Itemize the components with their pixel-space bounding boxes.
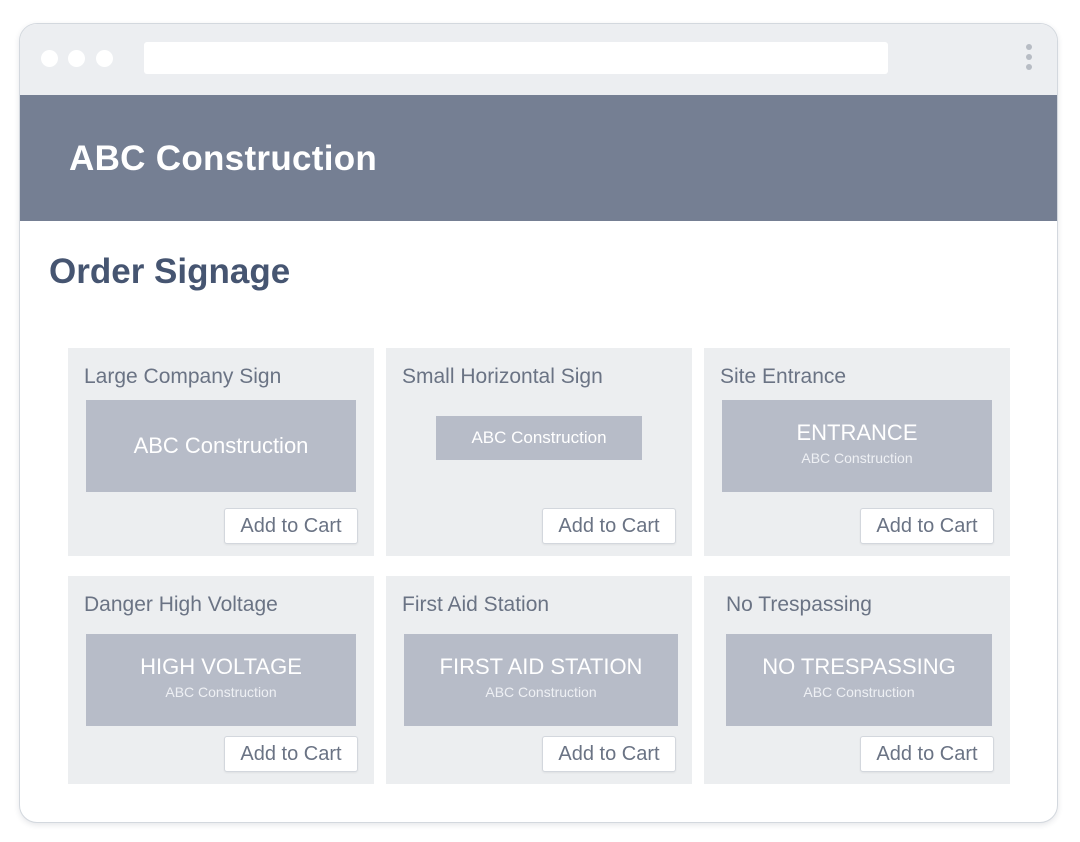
sign-preview: FIRST AID STATION ABC Construction <box>404 634 678 726</box>
sign-preview: ABC Construction <box>436 416 642 460</box>
add-to-cart-button[interactable]: Add to Cart <box>542 736 676 772</box>
sign-subtext: ABC Construction <box>485 684 597 700</box>
window-dot-icon[interactable] <box>41 50 58 67</box>
sign-preview: NO TRESPASSING ABC Construction <box>726 634 992 726</box>
add-to-cart-button[interactable]: Add to Cart <box>224 508 358 544</box>
page-title: Order Signage <box>49 252 291 291</box>
sign-text: HIGH VOLTAGE <box>140 654 302 679</box>
window-dot-icon[interactable] <box>96 50 113 67</box>
product-title: Danger High Voltage <box>84 593 278 616</box>
sign-text: ABC Construction <box>471 428 607 447</box>
product-title: No Trespassing <box>726 593 872 616</box>
sign-preview: ENTRANCE ABC Construction <box>722 400 992 492</box>
product-card: Danger High Voltage HIGH VOLTAGE ABC Con… <box>68 576 374 784</box>
add-to-cart-button[interactable]: Add to Cart <box>860 508 994 544</box>
sign-text: ENTRANCE <box>796 420 918 445</box>
product-card: Small Horizontal Sign ABC Construction A… <box>386 348 692 556</box>
brand-title: ABC Construction <box>69 139 378 178</box>
window-dot-icon[interactable] <box>68 50 85 67</box>
sign-text: ABC Construction <box>133 433 309 458</box>
product-title: Large Company Sign <box>84 365 282 388</box>
product-card: Large Company Sign ABC Construction Add … <box>68 348 374 556</box>
product-title: First Aid Station <box>402 593 550 616</box>
browser-toolbar <box>20 24 1057 95</box>
sign-preview: HIGH VOLTAGE ABC Construction <box>86 634 356 726</box>
product-title: Site Entrance <box>720 365 847 388</box>
sign-preview: ABC Construction <box>86 400 356 492</box>
address-bar[interactable] <box>144 42 888 74</box>
sign-subtext: ABC Construction <box>803 684 915 700</box>
site-header: ABC Construction <box>20 95 1057 221</box>
kebab-menu-icon[interactable] <box>1023 44 1035 74</box>
sign-subtext: ABC Construction <box>801 450 913 466</box>
sign-text: FIRST AID STATION <box>439 654 643 679</box>
product-card: No Trespassing NO TRESPASSING ABC Constr… <box>704 576 1010 784</box>
add-to-cart-button[interactable]: Add to Cart <box>860 736 994 772</box>
product-title: Small Horizontal Sign <box>402 365 603 388</box>
sign-subtext: ABC Construction <box>165 684 277 700</box>
product-card: Site Entrance ENTRANCE ABC Construction … <box>704 348 1010 556</box>
add-to-cart-button[interactable]: Add to Cart <box>542 508 676 544</box>
add-to-cart-button[interactable]: Add to Cart <box>224 736 358 772</box>
sign-text: NO TRESPASSING <box>762 654 956 679</box>
product-card: First Aid Station FIRST AID STATION ABC … <box>386 576 692 784</box>
